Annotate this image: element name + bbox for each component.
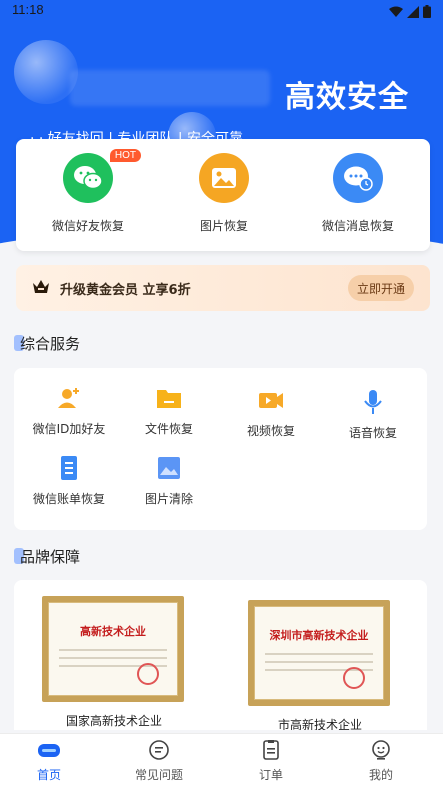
status-bar: 11:18 bbox=[0, 0, 443, 22]
feature-wechat-message-recovery[interactable]: 微信消息恢复 bbox=[298, 153, 418, 234]
certificate-city[interactable]: 深圳市高新技术企业 bbox=[248, 600, 390, 706]
service-label: 微信账单恢复 bbox=[32, 492, 105, 506]
service-wechat-id-add-friend[interactable]: 微信ID加好友 bbox=[24, 384, 114, 437]
seal-icon bbox=[343, 667, 365, 689]
home-icon bbox=[37, 738, 61, 762]
hero-blur-text bbox=[70, 70, 270, 106]
bottom-tab-bar: 首页 常见问题 订单 我的 bbox=[0, 733, 443, 788]
tab-faq[interactable]: 常见问题 bbox=[114, 738, 204, 783]
service-label: 图片清除 bbox=[144, 492, 193, 506]
chat-clock-icon bbox=[333, 153, 383, 203]
tab-home[interactable]: 首页 bbox=[4, 738, 94, 783]
brand-card: 高新技术企业 国家高新技术企业 深圳市高新技术企业 市高新技术企业 bbox=[14, 580, 427, 730]
microphone-icon bbox=[359, 388, 387, 416]
vip-open-button[interactable]: 立即开通 bbox=[348, 275, 414, 301]
feature-card: HOT 微信好友恢复 图片恢复 微信消息恢复 bbox=[16, 139, 430, 251]
certificate-label: 国家高新技术企业 bbox=[65, 714, 162, 728]
section-title-text: 品牌保障 bbox=[20, 548, 81, 566]
wechat-icon: HOT bbox=[63, 149, 141, 203]
wifi-icon bbox=[389, 3, 403, 22]
certificate-label: 市高新技术企业 bbox=[277, 718, 362, 730]
feature-image-recovery[interactable]: 图片恢复 bbox=[164, 153, 284, 234]
tab-label: 首页 bbox=[36, 768, 61, 782]
hero-slogan: 高效安全 bbox=[285, 80, 409, 115]
feature-label: 图片恢复 bbox=[199, 219, 248, 233]
service-label: 视频恢复 bbox=[246, 424, 295, 438]
picture-icon bbox=[155, 454, 183, 482]
tab-label: 常见问题 bbox=[134, 768, 183, 782]
folder-icon bbox=[155, 384, 183, 412]
hot-badge: HOT bbox=[109, 149, 141, 162]
tab-profile[interactable]: 我的 bbox=[336, 738, 426, 783]
decor-bubble bbox=[14, 40, 78, 104]
service-video-recovery[interactable]: 视频恢复 bbox=[226, 386, 316, 439]
section-title-text: 综合服务 bbox=[20, 335, 81, 353]
service-picture-clear[interactable]: 图片清除 bbox=[124, 454, 214, 507]
services-card: 微信ID加好友 文件恢复 视频恢复 语音恢复 微信账单恢复 图片清除 bbox=[14, 368, 427, 530]
feature-label: 微信好友恢复 bbox=[51, 219, 124, 233]
service-label: 文件恢复 bbox=[144, 422, 193, 436]
profile-icon bbox=[369, 738, 393, 762]
status-time: 11:18 bbox=[12, 2, 44, 17]
battery-icon bbox=[423, 3, 431, 22]
bill-icon bbox=[55, 454, 83, 482]
service-label: 语音恢复 bbox=[348, 426, 397, 440]
feature-wechat-friend-recovery[interactable]: HOT 微信好友恢复 bbox=[28, 149, 148, 234]
add-user-icon bbox=[55, 384, 83, 412]
seal-icon bbox=[137, 663, 159, 685]
certificate-national[interactable]: 高新技术企业 bbox=[42, 596, 184, 702]
signal-icon bbox=[407, 3, 419, 22]
video-icon bbox=[257, 386, 285, 414]
tab-label: 我的 bbox=[368, 768, 393, 782]
certificate-title: 深圳市高新技术企业 bbox=[269, 629, 369, 642]
tab-label: 订单 bbox=[258, 768, 283, 782]
tab-orders[interactable]: 订单 bbox=[226, 738, 316, 783]
service-file-recovery[interactable]: 文件恢复 bbox=[124, 384, 214, 437]
brand-section-title: 品牌保障 bbox=[14, 546, 81, 567]
crown-icon bbox=[32, 279, 50, 299]
service-wechat-bill-recovery[interactable]: 微信账单恢复 bbox=[24, 454, 114, 507]
service-label: 微信ID加好友 bbox=[32, 422, 106, 436]
feature-label: 微信消息恢复 bbox=[321, 219, 394, 233]
vip-banner[interactable]: 升级黄金会员 立享6折 立即开通 bbox=[16, 265, 430, 311]
order-icon bbox=[259, 738, 283, 762]
service-voice-recovery[interactable]: 语音恢复 bbox=[328, 388, 418, 441]
vip-text: 升级黄金会员 立享6折 bbox=[60, 283, 191, 298]
faq-icon bbox=[147, 738, 171, 762]
certificate-title: 高新技术企业 bbox=[80, 625, 146, 638]
image-icon bbox=[199, 153, 249, 203]
services-section-title: 综合服务 bbox=[14, 333, 81, 354]
